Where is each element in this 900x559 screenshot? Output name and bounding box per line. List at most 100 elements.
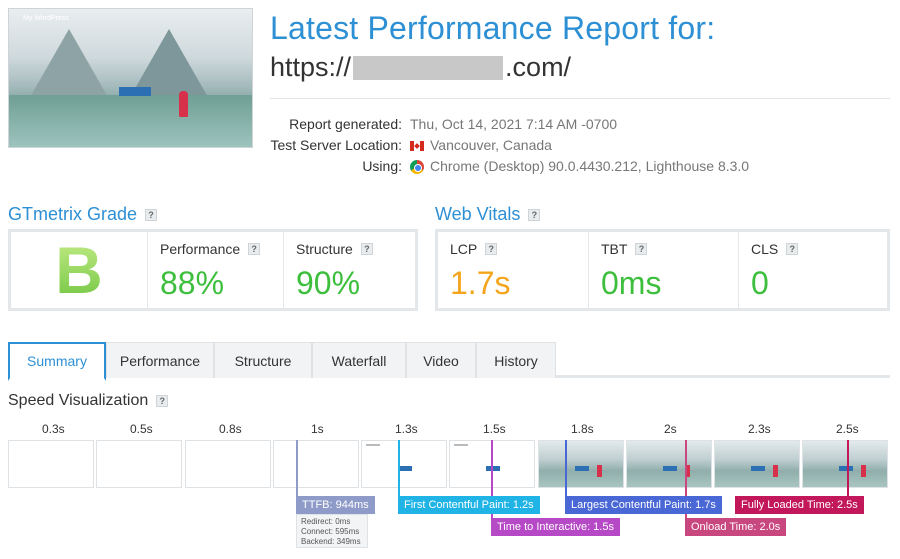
label-using: Using:: [362, 158, 402, 174]
person-shape: [179, 91, 188, 117]
tti-marker-label[interactable]: Time to Interactive: 1.5s: [491, 518, 620, 536]
lcp-marker-line: [565, 440, 567, 496]
tick-label: 2.3s: [748, 422, 771, 436]
report-generated-value: Thu, Oct 14, 2021 7:14 AM -0700: [410, 116, 618, 132]
filmstrip-frame[interactable]: [538, 440, 624, 488]
tbt-label-text: TBT: [601, 241, 628, 257]
page-screenshot-thumbnail[interactable]: My WordPress: [8, 8, 253, 148]
lcp-cell: LCP? 1.7s: [438, 232, 588, 308]
cls-cell: CLS? 0: [738, 232, 887, 308]
performance-label: Performance?: [160, 241, 283, 257]
tick-label: 1.5s: [483, 422, 506, 436]
report-tabs: Summary Performance Structure Waterfall …: [8, 342, 890, 381]
grade-letter: B: [55, 233, 103, 307]
url-prefix: https://: [270, 52, 352, 82]
fully-loaded-marker-line: [847, 440, 849, 496]
help-icon[interactable]: ?: [360, 243, 373, 255]
onload-marker-label[interactable]: Onload Time: 2.0s: [685, 518, 787, 536]
tick-label: 1.8s: [571, 422, 594, 436]
cls-label-text: CLS: [751, 241, 779, 257]
lcp-marker-label[interactable]: Largest Contentful Paint: 1.7s: [565, 496, 722, 514]
lcp-value: 1.7s: [450, 265, 511, 301]
gtmetrix-grade-title: GTmetrix Grade: [8, 204, 138, 224]
tab-waterfall[interactable]: Waterfall: [312, 342, 406, 378]
help-icon[interactable]: ?: [485, 243, 498, 255]
grade-cell: B: [11, 232, 147, 308]
tab-structure[interactable]: Structure: [214, 342, 312, 378]
filmstrip-frame[interactable]: [185, 440, 271, 488]
report-meta-labels: Report generated: Test Server Location: …: [270, 114, 402, 177]
help-icon[interactable]: ?: [156, 395, 169, 407]
report-title: Latest Performance Report for:: [270, 10, 716, 46]
tick-label: 0.3s: [42, 422, 65, 436]
tick-label: 2s: [664, 422, 677, 436]
report-meta-values: Thu, Oct 14, 2021 7:14 AM -0700 Vancouve…: [410, 114, 749, 177]
performance-label-text: Performance: [160, 241, 241, 257]
browser-text: Chrome (Desktop) 90.0.4430.212, Lighthou…: [430, 158, 750, 174]
tab-performance[interactable]: Performance: [106, 342, 214, 378]
filmstrip-frame[interactable]: [802, 440, 888, 488]
location-text: Vancouver, Canada: [430, 137, 552, 153]
help-icon[interactable]: ?: [145, 208, 158, 221]
filmstrip-frame[interactable]: [96, 440, 182, 488]
gtmetrix-grade-heading: GTmetrix Grade ?: [8, 204, 158, 225]
help-icon[interactable]: ?: [786, 243, 799, 255]
tbt-cell: TBT? 0ms: [588, 232, 738, 308]
structure-label: Structure?: [296, 241, 415, 257]
chrome-icon: [410, 160, 424, 175]
tick-label: 1.3s: [395, 422, 418, 436]
tab-history[interactable]: History: [476, 342, 556, 378]
tick-label: 2.5s: [836, 422, 859, 436]
tab-summary[interactable]: Summary: [8, 342, 106, 381]
web-vitals-heading: Web Vitals ?: [435, 204, 541, 225]
fully-loaded-marker-label[interactable]: Fully Loaded Time: 2.5s: [735, 496, 864, 514]
label-test-server: Test Server Location:: [270, 137, 402, 153]
divider: [270, 98, 890, 99]
cls-label: CLS?: [751, 241, 887, 257]
performance-cell: Performance? 88%: [147, 232, 283, 308]
help-icon[interactable]: ?: [248, 243, 261, 255]
tbt-value: 0ms: [601, 265, 662, 301]
lake-shape: [9, 95, 252, 147]
ttfb-connect: Connect: 595ms: [301, 527, 360, 536]
test-server-value: Vancouver, Canada: [410, 135, 749, 156]
using-value: Chrome (Desktop) 90.0.4430.212, Lighthou…: [410, 156, 749, 177]
tab-video[interactable]: Video: [406, 342, 476, 378]
help-icon[interactable]: ?: [635, 243, 648, 255]
thumbnail-button-shape: [119, 87, 151, 96]
lcp-label: LCP?: [450, 241, 588, 257]
tick-label: 0.5s: [130, 422, 153, 436]
structure-cell: Structure? 90%: [283, 232, 415, 308]
fcp-marker-line: [398, 440, 400, 496]
thumbnail-site-title: My WordPress: [23, 15, 69, 22]
canada-flag-icon: [410, 141, 424, 152]
web-vitals-title: Web Vitals: [435, 204, 521, 224]
structure-value: 90%: [296, 265, 361, 301]
filmstrip-frame[interactable]: [626, 440, 712, 488]
report-url[interactable]: https:// .com/: [270, 52, 571, 83]
ttfb-details-box: Redirect: 0ms Connect: 595ms Backend: 34…: [296, 514, 368, 548]
speed-visualization-title: Speed Visualization: [8, 392, 149, 409]
web-vitals-panel: LCP? 1.7s TBT? 0ms CLS? 0: [435, 229, 890, 311]
filmstrip-frame[interactable]: [361, 440, 447, 488]
tick-label: 0.8s: [219, 422, 242, 436]
ttfb-marker-line: [296, 440, 298, 496]
structure-label-text: Structure: [296, 241, 353, 257]
redacted-domain: [353, 55, 504, 80]
performance-value: 88%: [160, 265, 225, 301]
filmstrip-frame[interactable]: [714, 440, 800, 488]
filmstrip-frame[interactable]: [273, 440, 359, 488]
speed-visualization-heading: Speed Visualization ?: [8, 392, 169, 410]
cls-value: 0: [751, 265, 769, 301]
filmstrip-frame[interactable]: [8, 440, 94, 488]
fcp-marker-label[interactable]: First Contentful Paint: 1.2s: [398, 496, 540, 514]
ttfb-marker-label[interactable]: TTFB: 944ms: [296, 496, 375, 514]
ttfb-backend: Backend: 349ms: [301, 537, 361, 546]
lcp-label-text: LCP: [450, 241, 478, 257]
tick-label: 1s: [311, 422, 324, 436]
gtmetrix-grade-panel: B Performance? 88% Structure? 90%: [8, 229, 418, 311]
label-report-generated: Report generated:: [289, 116, 402, 132]
help-icon[interactable]: ?: [528, 208, 541, 221]
tbt-label: TBT?: [601, 241, 738, 257]
url-suffix: .com/: [505, 52, 572, 82]
